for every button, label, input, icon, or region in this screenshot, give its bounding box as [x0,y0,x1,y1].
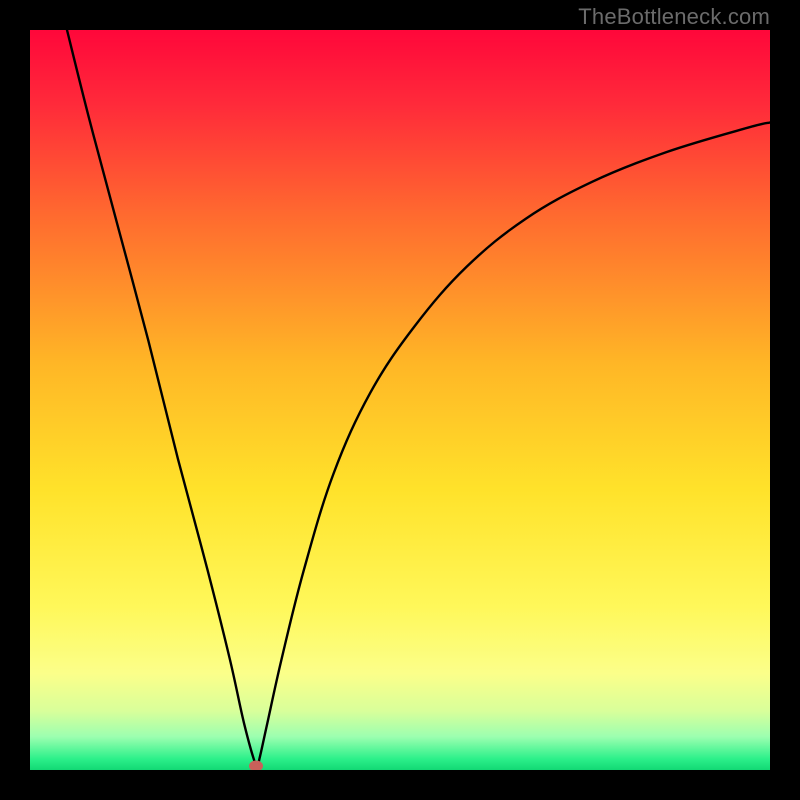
chart-frame: TheBottleneck.com [0,0,800,800]
minimum-marker [249,761,263,770]
watermark-text: TheBottleneck.com [578,4,770,30]
plot-area [30,30,770,770]
bottleneck-curve [30,30,770,770]
